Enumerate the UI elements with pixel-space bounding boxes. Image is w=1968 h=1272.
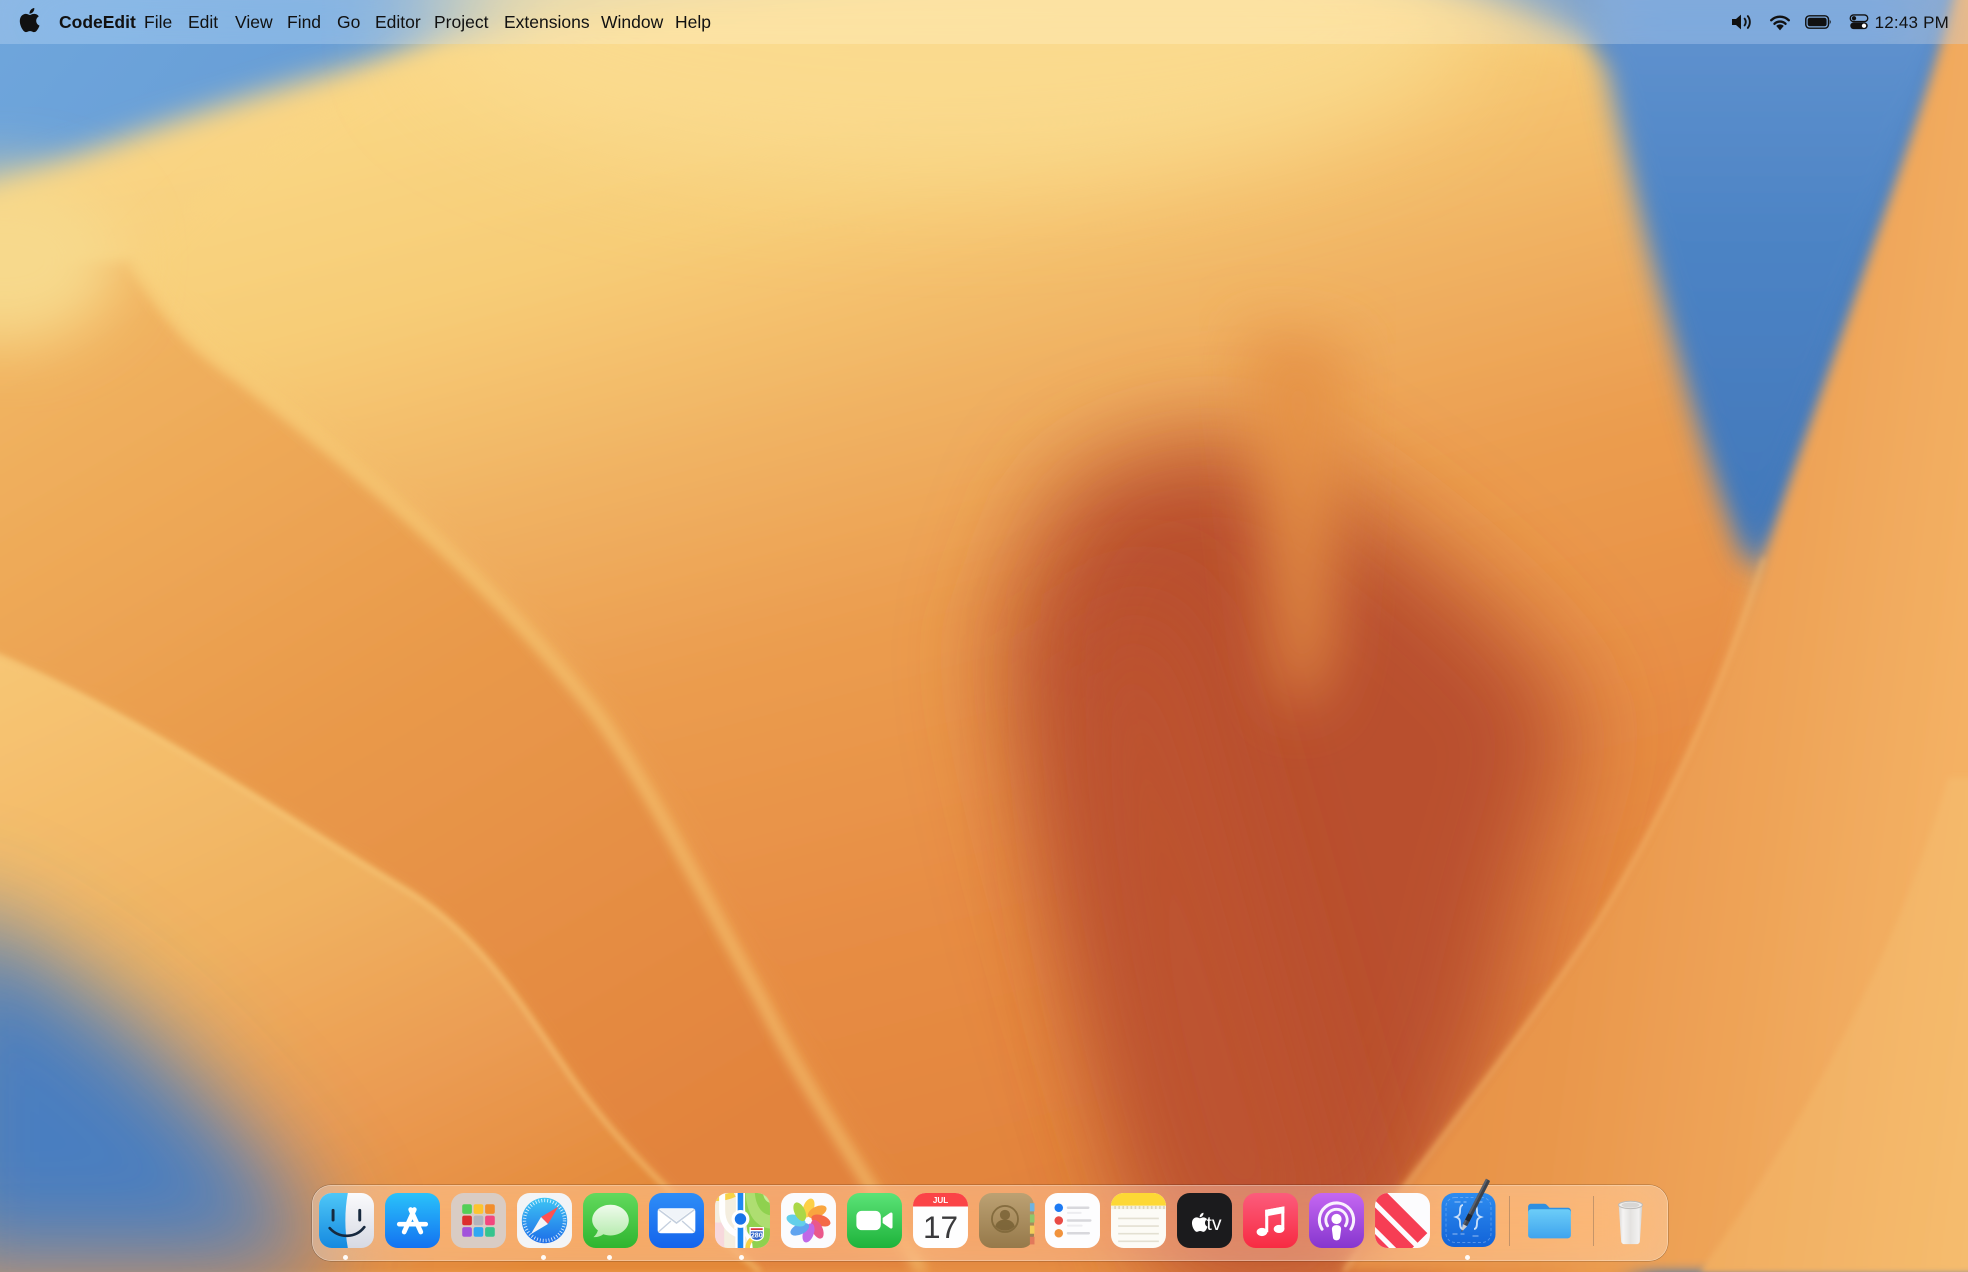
svg-text:17: 17 — [923, 1209, 958, 1245]
svg-text:tv: tv — [1207, 1214, 1222, 1235]
svg-text:JUL: JUL — [933, 1196, 948, 1205]
svg-text:280: 280 — [751, 1232, 763, 1240]
